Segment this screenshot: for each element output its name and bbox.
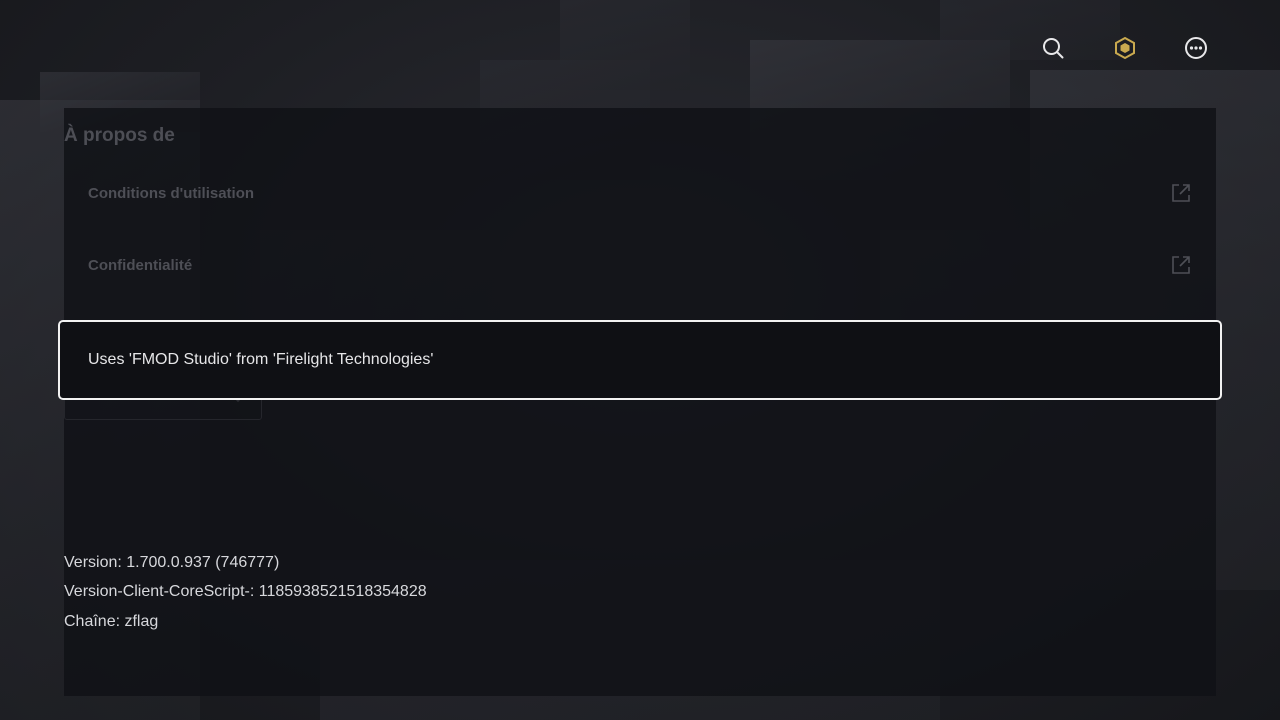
corescript-version-text: Version-Client-CoreScript-: 118593852151… <box>64 583 427 600</box>
channel-text: Chaîne: zflag <box>64 613 159 630</box>
terms-of-use-link[interactable]: Conditions d'utilisation <box>64 163 1216 223</box>
external-link-icon <box>1170 254 1192 276</box>
bg-block <box>560 0 690 90</box>
terms-of-use-label: Conditions d'utilisation <box>88 184 255 202</box>
bg-block <box>940 0 1120 60</box>
robux-icon[interactable] <box>1111 34 1139 62</box>
fmod-license-text: Uses 'FMOD Studio' from 'Firelight Techn… <box>88 351 434 368</box>
version-text: Version: 1.700.0.937 (746777) <box>64 554 280 571</box>
privacy-label: Confidentialité <box>88 256 193 274</box>
fmod-license-item[interactable]: Uses 'FMOD Studio' from 'Firelight Techn… <box>58 320 1222 400</box>
search-icon[interactable] <box>1039 34 1067 62</box>
section-title: À propos de <box>64 125 175 146</box>
external-link-icon <box>1170 182 1192 204</box>
more-options-icon[interactable] <box>1182 34 1210 62</box>
privacy-link[interactable]: Confidentialité <box>64 235 1216 295</box>
